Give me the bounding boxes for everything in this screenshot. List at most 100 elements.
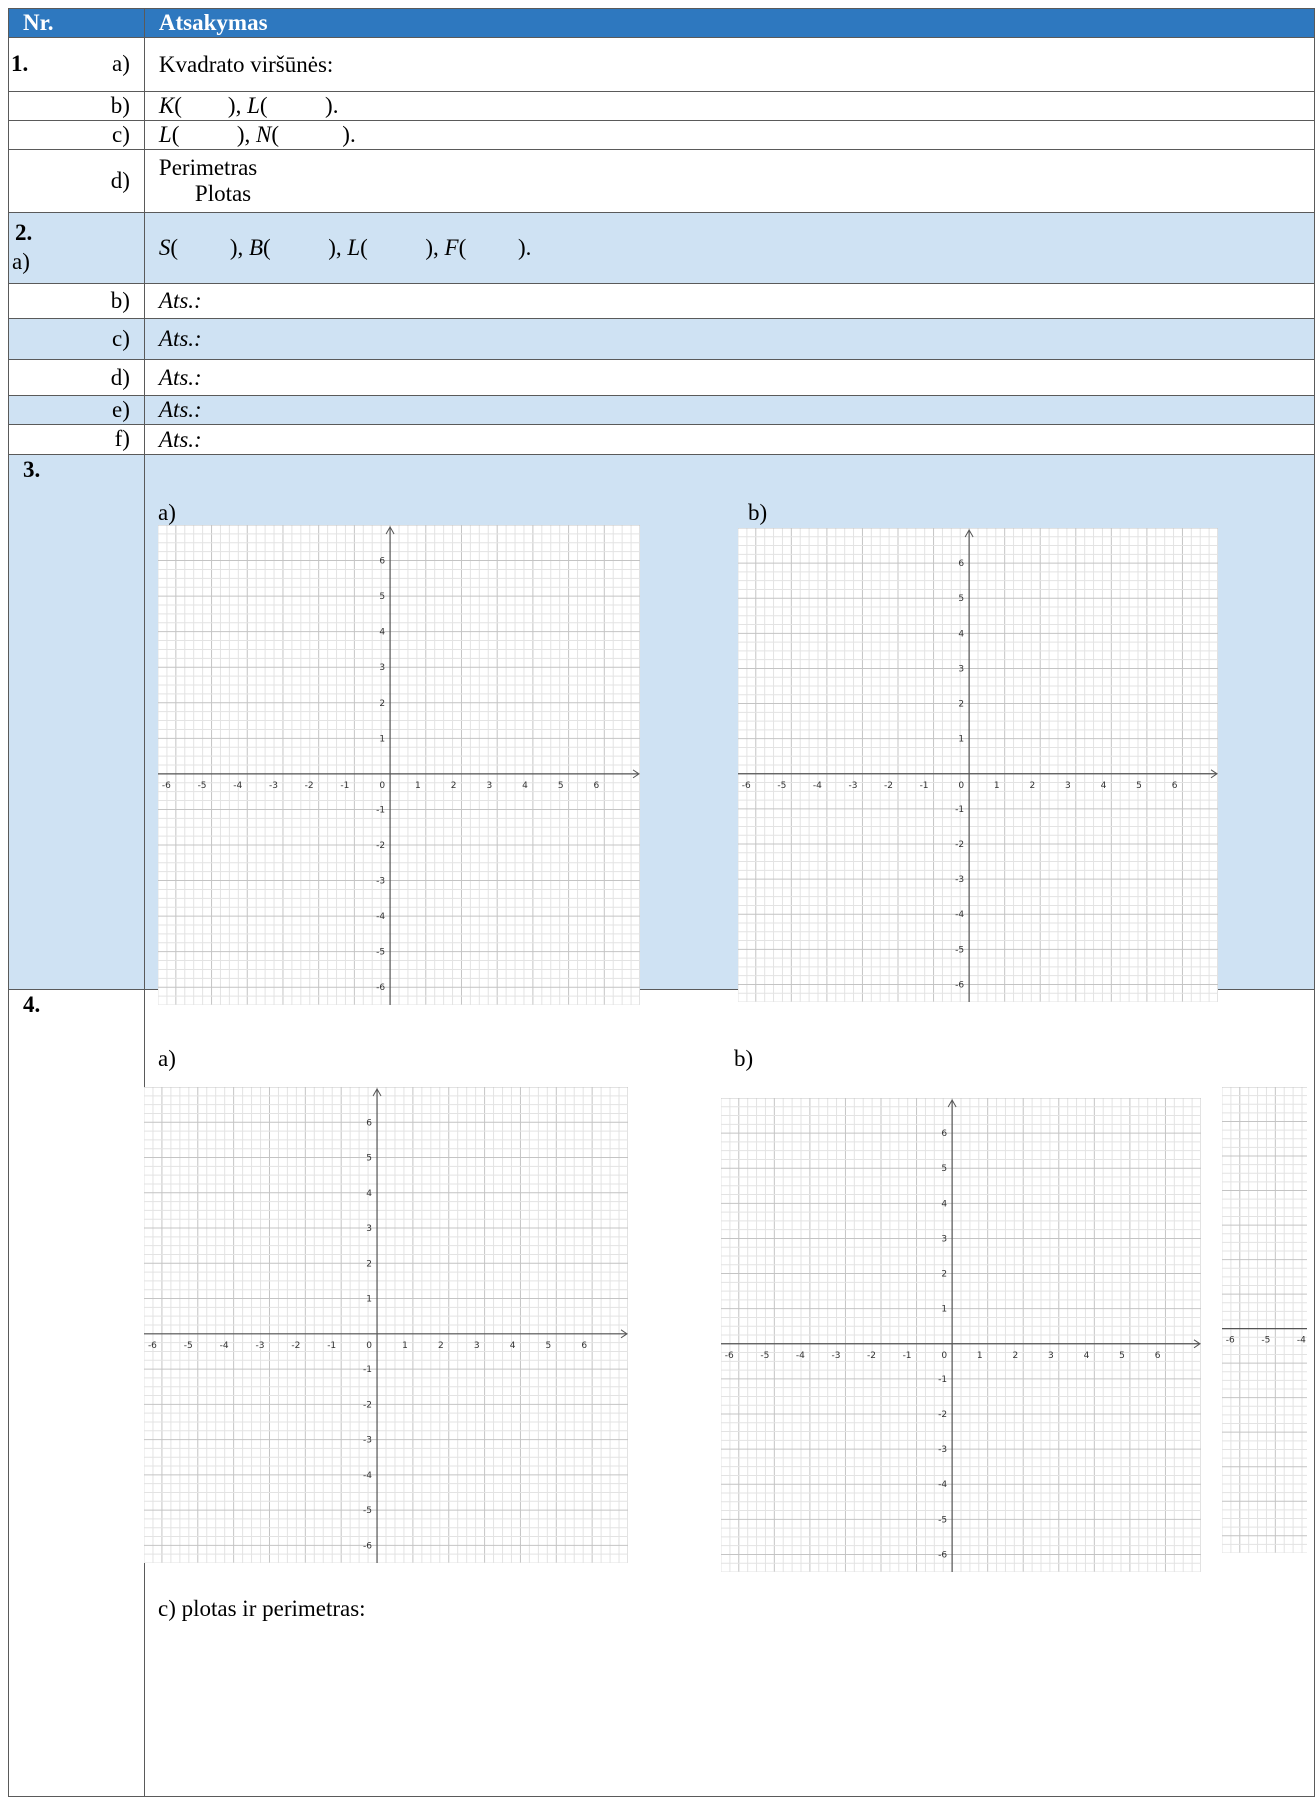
x-tick-label: -1: [327, 1341, 336, 1351]
x-tick-label: 2: [1012, 1351, 1018, 1361]
y-tick-label: -6: [363, 1541, 372, 1551]
x-tick-label: 3: [474, 1341, 480, 1351]
y-tick-label: 3: [958, 664, 964, 674]
task2-row-b: b) Ats.:: [8, 283, 1315, 319]
task2-row-d: d) Ats.:: [8, 359, 1315, 396]
x-tick-label: 1: [402, 1341, 408, 1351]
point-f-value: ( ).: [458, 235, 532, 260]
point-l-value: ( ).: [259, 93, 339, 118]
task1-a-answer: Kvadrato viršūnės:: [143, 37, 1315, 92]
coordinate-grid-4a: -6 -5 -4 -3 -2 -1 0 1 2 3 4 5 6 6 5 4 3 2 1 -1 -2 -3 -4 -5 -6: [144, 1087, 628, 1563]
task3-nr-cell: 3.: [8, 454, 145, 990]
y-tick-label: 2: [379, 699, 385, 709]
y-tick-label: 1: [941, 1305, 947, 1315]
x-tick-label: -1: [920, 781, 929, 791]
task2-e-answer: Ats.:: [143, 395, 1315, 425]
y-tick-label: 1: [379, 734, 385, 744]
y-tick-label: -2: [376, 841, 385, 851]
y-tick-label: -1: [363, 1365, 372, 1375]
x-tick-label: 4: [510, 1341, 516, 1351]
point-f: F: [444, 235, 459, 260]
y-tick-label: -1: [938, 1375, 947, 1385]
point-k-value: ( ),: [174, 93, 242, 118]
y-tick-label: -5: [938, 1515, 947, 1525]
task1-b-label: b): [110, 93, 130, 118]
task2-e-label: e): [112, 397, 130, 422]
y-tick-label: -3: [376, 877, 385, 887]
y-tick-label: -5: [376, 948, 385, 958]
task2-f-answer: Ats.:: [143, 424, 1315, 455]
x-tick-label: -4: [796, 1351, 805, 1361]
x-tick-label: -5: [198, 781, 207, 791]
task2-c-answer: Ats.:: [143, 318, 1315, 360]
task2-c-nr-cell: c): [8, 318, 145, 360]
task1-a-label: a): [112, 51, 130, 76]
task2-b-nr-cell: b): [8, 283, 145, 319]
point-b-value: ( ),: [263, 235, 342, 260]
y-tick-label: 5: [379, 592, 385, 602]
y-tick-label: 3: [379, 663, 385, 673]
coordinate-grid-4c-partial: -6-5-4-3-2-10123456654321-1-2-3-4-5-6: [1222, 1087, 1307, 1553]
task2-row-e: e) Ats.:: [8, 395, 1315, 425]
x-tick-label: -2: [884, 781, 893, 791]
task1-c-label: c): [112, 122, 130, 147]
y-tick-label: 6: [941, 1129, 947, 1139]
point-k: K: [158, 93, 175, 118]
x-tick-label: 5: [1119, 1351, 1125, 1361]
x-tick-label: -2: [291, 1341, 300, 1351]
task4-a-label: a): [158, 1046, 176, 1071]
point-s-value: ( ),: [170, 235, 244, 260]
header-answer: Atsakymas: [143, 8, 1315, 38]
task2-f-nr-cell: f): [8, 424, 145, 455]
y-tick-label: -3: [938, 1445, 947, 1455]
y-tick-label: 4: [366, 1189, 372, 1199]
task2-b-answer: Ats.:: [143, 283, 1315, 319]
y-tick-label: 5: [958, 594, 964, 604]
x-tick-label: 5: [546, 1341, 552, 1351]
x-tick-label: -3: [831, 1351, 840, 1361]
y-tick-label: -6: [376, 983, 385, 993]
coordinate-grid-4b: -6 -5 -4 -3 -2 -1 0 1 2 3 4 5 6 6 5 4 3 2 1 -1 -2 -3 -4 -5 -6: [721, 1098, 1201, 1572]
x-tick-label: -4: [220, 1341, 229, 1351]
task2-a-answer: S( ), B( ), L( ), F( ).: [143, 212, 1315, 284]
grid-svg: -6 -5 -4 -3 -2 -1 0 1 2 3 4 5 6 6 5 4 3 2 1 -1 -2 -3 -4 -5 -6: [144, 1087, 628, 1563]
y-tick-label: 3: [941, 1234, 947, 1244]
grid-svg: -6 -5 -4 -3 -2 -1 0 1 2 3 4 5 6 6 5 4 3 2 1 -1 -2 -3 -4 -5 -6: [158, 525, 640, 1005]
task4-c-label: c) plotas ir perimetras:: [158, 1596, 366, 1621]
y-tick-label: -3: [955, 875, 964, 885]
x-tick-label: 2: [438, 1341, 444, 1351]
point-l-value: ( ),: [360, 235, 439, 260]
x-tick-label: 0: [958, 781, 964, 791]
y-tick-label: -4: [376, 912, 385, 922]
x-tick-label: -1: [903, 1351, 912, 1361]
task1-row-c: c) L( ), N( ).: [8, 120, 1315, 150]
y-tick-label: -2: [363, 1400, 372, 1410]
task2-d-answer: Ats.:: [143, 359, 1315, 396]
point-l: L: [247, 93, 260, 118]
x-tick-label: 6: [581, 1341, 587, 1351]
header-nr: Nr.: [8, 8, 145, 38]
x-tick-label: 6: [594, 781, 600, 791]
x-tick-label: 4: [1101, 781, 1107, 791]
x-tick-label: 6: [1172, 781, 1178, 791]
task1-b-answer: K( ), L( ).: [143, 91, 1315, 121]
x-tick-label: 1: [977, 1351, 983, 1361]
x-tick-label: 0: [379, 781, 385, 791]
task1-c-nr-cell: c): [8, 120, 145, 150]
x-tick-label: -3: [269, 781, 278, 791]
task4-number: 4.: [23, 992, 41, 1017]
x-tick-label: 5: [1136, 781, 1142, 791]
x-tick-label: -5: [760, 1351, 769, 1361]
x-tick-label: -4: [813, 781, 822, 791]
y-tick-label: -6: [955, 980, 964, 990]
task2-row-f: f) Ats.:: [8, 424, 1315, 455]
y-tick-label: 3: [366, 1224, 372, 1234]
task2-row-c: c) Ats.:: [8, 318, 1315, 360]
y-tick-label: -4: [938, 1480, 947, 1490]
perimeter-label: Perimetras: [158, 155, 258, 180]
grid-svg: -6 -5 -4 -3 -2 -1 0 1 2 3 4 5 6 6 5 4 3 2 1 -1 -2 -3 -4 -5 -6: [721, 1098, 1201, 1572]
x-tick-label: -3: [255, 1341, 264, 1351]
task2-row-a: 2. a) S( ), B( ), L( ), F( ).: [8, 212, 1315, 284]
x-tick-label: 3: [1048, 1351, 1054, 1361]
coordinate-grid-3a: -6 -5 -4 -3 -2 -1 0 1 2 3 4 5 6 6 5 4 3 2 1 -1 -2 -3 -4 -5 -6: [158, 525, 640, 1005]
